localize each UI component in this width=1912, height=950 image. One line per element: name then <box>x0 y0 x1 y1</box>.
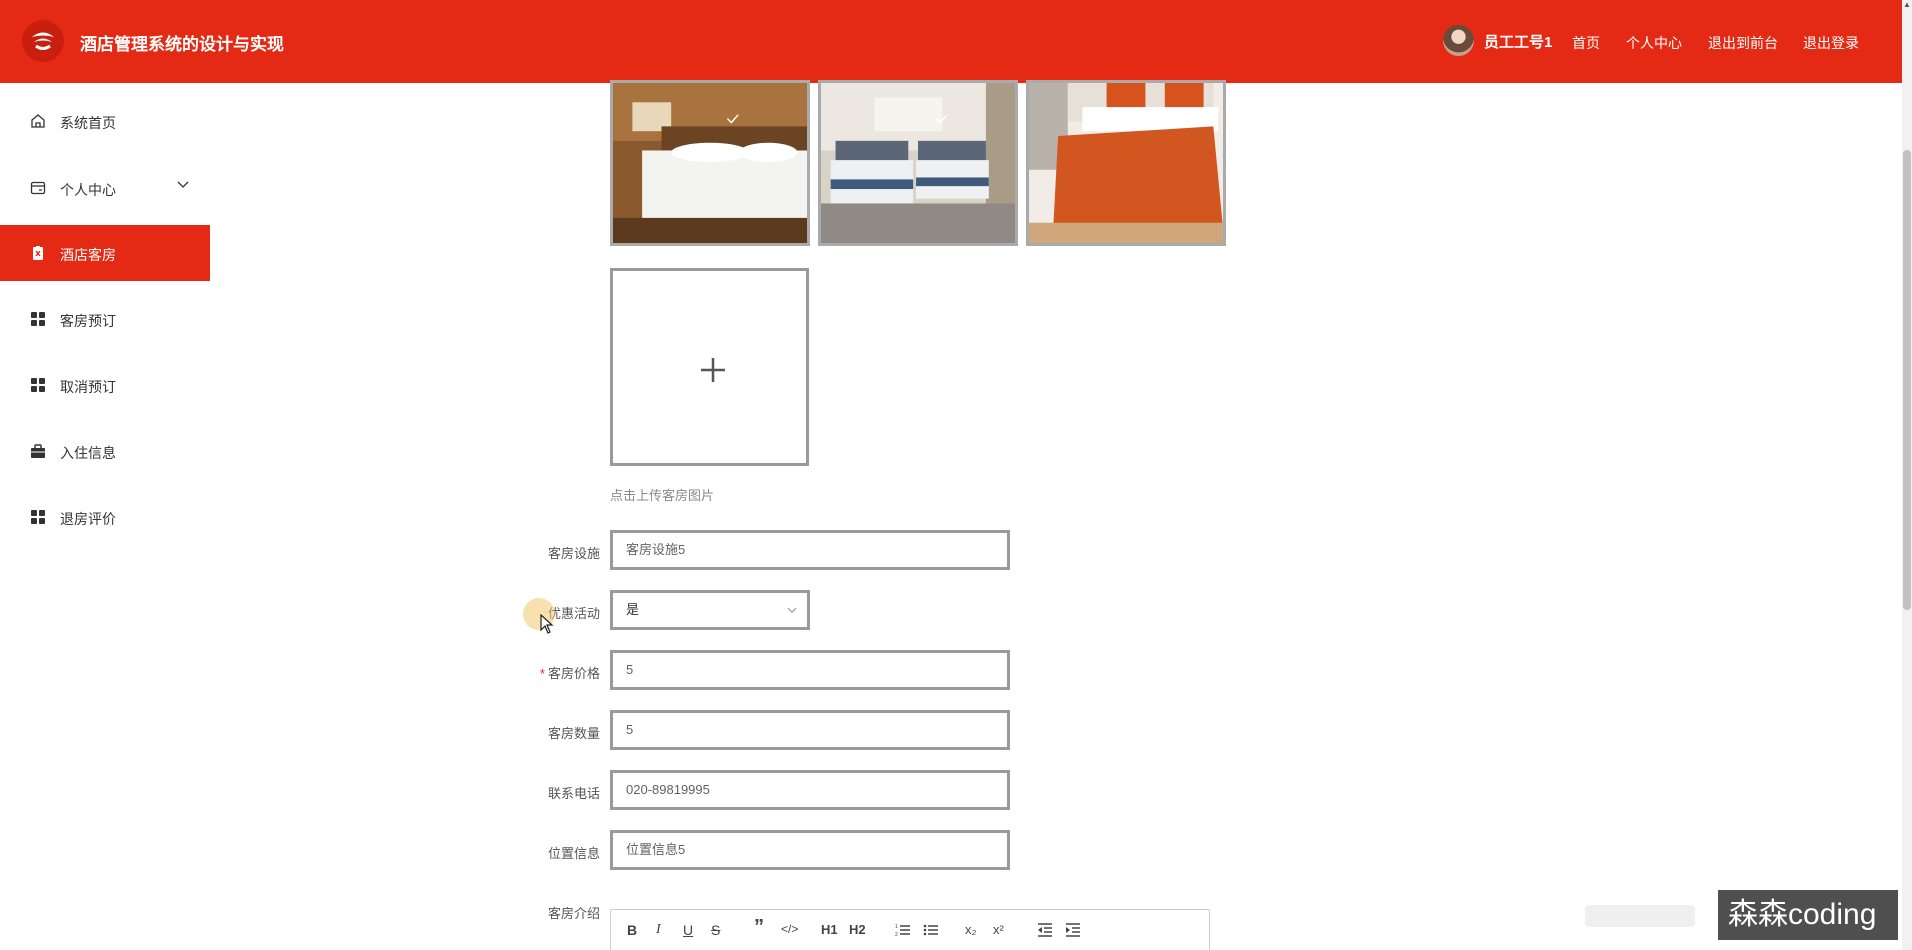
nav-frontend-link[interactable]: 退出到前台 <box>1708 33 1778 53</box>
location-input[interactable]: 位置信息5 <box>610 830 1010 870</box>
h2-button[interactable]: H2 <box>849 922 866 937</box>
mouse-cursor-icon <box>540 614 554 634</box>
phone-input[interactable]: 020-89819995 <box>610 770 1010 810</box>
sidebar-item-label: 酒店客房 <box>60 247 116 263</box>
sidebar-item-home[interactable]: 系统首页 <box>0 93 210 149</box>
top-header: 酒店管理系统的设计与实现 员工工号1 首页 个人中心 退出到前台 退出登录 <box>0 0 1902 83</box>
strike-button[interactable]: S <box>711 922 720 938</box>
watermark: 森森coding <box>1718 890 1898 940</box>
location-label: 位置信息 <box>547 846 600 861</box>
upload-hint: 点击上传客房图片 <box>610 488 715 503</box>
sidebar-item-label: 客房预订 <box>60 313 116 329</box>
grid-icon <box>31 312 45 326</box>
superscript-button[interactable]: x² <box>993 922 1004 937</box>
phone-label: 联系电话 <box>547 786 600 801</box>
grid-icon <box>31 510 45 524</box>
nav-profile-link[interactable]: 个人中心 <box>1626 33 1682 53</box>
bold-button[interactable]: B <box>627 922 637 938</box>
h1-button[interactable]: H1 <box>821 922 838 937</box>
promotion-selected-value: 是 <box>626 602 640 617</box>
underline-button[interactable]: U <box>683 922 693 938</box>
subscript-button[interactable]: x₂ <box>965 922 977 937</box>
sidebar-item-label: 系统首页 <box>60 115 116 131</box>
price-label: * 客房价格 <box>510 663 600 682</box>
promotion-select[interactable]: 是 <box>610 590 810 630</box>
outdent-icon <box>1038 923 1052 937</box>
chevron-down-icon <box>177 181 189 188</box>
sidebar: 系统首页 个人中心 酒店客房 客房预订 取消预订 入住信息 退房评价 <box>0 83 210 950</box>
user-avatar[interactable] <box>1443 25 1474 56</box>
sidebar-item-checkout-review[interactable]: 退房评价 <box>0 489 210 545</box>
quantity-label: 客房数量 <box>547 726 600 741</box>
sidebar-item-label: 取消预订 <box>60 379 116 395</box>
italic-button[interactable]: I <box>656 922 661 938</box>
ordered-list-button[interactable]: 12 <box>895 922 911 938</box>
svg-text:2: 2 <box>895 932 898 938</box>
sidebar-item-label: 入住信息 <box>60 445 116 461</box>
room-photo[interactable] <box>1026 80 1226 246</box>
username: 员工工号1 <box>1484 34 1553 51</box>
chevron-down-icon <box>787 607 797 613</box>
ordered-list-icon: 12 <box>895 924 910 938</box>
hotel-logo-icon <box>22 20 64 62</box>
facilities-label: 客房设施 <box>547 546 600 561</box>
sidebar-item-cancel-booking[interactable]: 取消预订 <box>0 357 210 413</box>
faint-overlay <box>1585 905 1695 927</box>
bullet-list-icon <box>923 924 938 936</box>
sidebar-item-hotel-rooms[interactable]: 酒店客房 <box>0 225 210 281</box>
room-icon <box>33 246 43 260</box>
room-photo[interactable] <box>818 80 1018 246</box>
plus-icon <box>701 358 725 382</box>
sidebar-item-profile[interactable]: 个人中心 <box>0 160 210 216</box>
outdent-button[interactable] <box>1037 922 1053 938</box>
scroll-up-arrow-icon[interactable]: ▲ <box>1902 0 1912 14</box>
bullet-list-button[interactable] <box>923 922 939 938</box>
sidebar-item-label: 退房评价 <box>60 511 116 527</box>
price-label-text: 客房价格 <box>547 666 600 681</box>
sidebar-item-checkin[interactable]: 入住信息 <box>0 423 210 479</box>
image-upload-button[interactable] <box>610 268 809 466</box>
svg-text:1: 1 <box>895 924 898 930</box>
nav-logout-link[interactable]: 退出登录 <box>1803 33 1859 53</box>
facilities-input[interactable]: 客房设施5 <box>610 530 1010 570</box>
id-card-icon <box>30 181 46 195</box>
grid-icon <box>31 378 45 392</box>
indent-icon <box>1066 923 1080 937</box>
blockquote-button[interactable]: ” <box>754 916 764 939</box>
quantity-input[interactable]: 5 <box>610 710 1010 750</box>
sidebar-item-label: 个人中心 <box>60 182 116 198</box>
home-icon <box>31 114 45 128</box>
rich-text-editor[interactable]: B I U S ” </> H1 H2 12 x₂ x² <box>610 909 1210 950</box>
nav-home-link[interactable]: 首页 <box>1572 33 1600 53</box>
scrollbar-thumb[interactable] <box>1903 150 1911 610</box>
sidebar-item-booking[interactable]: 客房预订 <box>0 291 210 347</box>
required-mark: * <box>539 666 545 681</box>
intro-label: 客房介绍 <box>547 906 600 921</box>
app-title: 酒店管理系统的设计与实现 <box>80 35 284 54</box>
briefcase-icon <box>31 444 45 458</box>
price-input[interactable]: 5 <box>610 650 1010 690</box>
room-photo[interactable] <box>610 80 810 246</box>
page-scrollbar[interactable]: ▲ <box>1902 0 1912 950</box>
indent-button[interactable] <box>1065 922 1081 938</box>
code-button[interactable]: </> <box>781 922 798 936</box>
